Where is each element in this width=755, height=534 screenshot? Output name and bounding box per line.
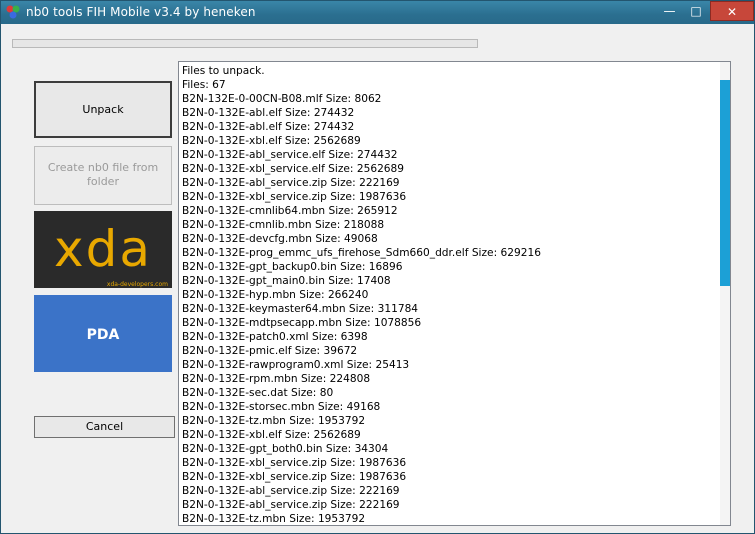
log-line: B2N-0-132E-tz.mbn Size: 1953792 [182, 513, 366, 525]
log-line: B2N-0-132E-xbl.elf Size: 2562689 [182, 135, 361, 147]
close-button[interactable]: ✕ [710, 1, 754, 21]
log-line: B2N-0-132E-gpt_backup0.bin Size: 16896 [182, 261, 403, 273]
log-line: B2N-0-132E-mdtpsecapp.mbn Size: 1078856 [182, 317, 422, 329]
xda-logo-url: xda-developers.com [107, 281, 168, 288]
create-nb0-label-line1: Create nb0 file from [47, 161, 159, 174]
log-line: B2N-0-132E-abl_service.elf Size: 274432 [182, 149, 398, 161]
log-line: B2N-0-132E-xbl.elf Size: 2562689 [182, 429, 361, 441]
log-scrollbar[interactable] [720, 62, 730, 525]
app-icon [5, 4, 21, 20]
log-line: B2N-0-132E-tz.mbn Size: 1953792 [182, 415, 366, 427]
log-line: B2N-0-132E-cmnlib.mbn Size: 218088 [182, 219, 385, 231]
log-line: B2N-0-132E-keymaster64.mbn Size: 311784 [182, 303, 419, 315]
log-line: B2N-0-132E-gpt_main0.bin Size: 17408 [182, 275, 391, 287]
pda-logo[interactable]: PDA [34, 295, 172, 372]
log-line: B2N-0-132E-xbl_service.zip Size: 1987636 [182, 457, 407, 469]
log-line: B2N-0-132E-hyp.mbn Size: 266240 [182, 289, 369, 301]
pda-logo-text: PDA [87, 327, 120, 343]
window-title: nb0 tools FIH Mobile v3.4 by heneken [26, 5, 256, 19]
log-line: B2N-0-132E-gpt_both0.bin Size: 34304 [182, 443, 389, 455]
create-nb0-button[interactable]: Create nb0 file from folder [34, 146, 172, 205]
log-line: B2N-0-132E-sec.dat Size: 80 [182, 387, 334, 399]
xda-logo[interactable]: xda xda-developers.com [34, 211, 172, 288]
cancel-button[interactable]: Cancel [34, 416, 175, 438]
xda-logo-text: xda [54, 220, 152, 278]
log-listbox[interactable]: Files to unpack. Files: 67 B2N-132E-0-00CN… [178, 61, 731, 526]
log-line: B2N-0-132E-abl.elf Size: 274432 [182, 121, 355, 133]
log-line: B2N-0-132E-pmic.elf Size: 39672 [182, 345, 358, 357]
log-line: B2N-0-132E-xbl_service.zip Size: 1987636 [182, 191, 407, 203]
log-line: B2N-0-132E-storsec.mbn Size: 49168 [182, 401, 381, 413]
log-line: B2N-0-132E-patch0.xml Size: 6398 [182, 331, 368, 343]
log-line: B2N-0-132E-abl_service.zip Size: 222169 [182, 177, 400, 189]
maximize-button[interactable]: □ [683, 1, 709, 21]
log-line: B2N-0-132E-xbl_service.zip Size: 1987636 [182, 471, 407, 483]
log-line: B2N-0-132E-abl.elf Size: 274432 [182, 107, 355, 119]
log-line: B2N-0-132E-cmnlib64.mbn Size: 265912 [182, 205, 398, 217]
log-line: B2N-0-132E-abl_service.zip Size: 222169 [182, 499, 400, 511]
unpack-button[interactable]: Unpack [34, 81, 172, 138]
log-line: Files to unpack. [182, 65, 265, 77]
log-line: B2N-132E-0-00CN-B08.mlf Size: 8062 [182, 93, 382, 105]
app-window: nb0 tools FIH Mobile v3.4 by heneken — □… [0, 0, 755, 534]
log-lines: Files to unpack. Files: 67 B2N-132E-0-00CN… [182, 64, 717, 525]
log-line: B2N-0-132E-devcfg.mbn Size: 49068 [182, 233, 378, 245]
log-line: Files: 67 [182, 79, 226, 91]
log-line: B2N-0-132E-abl_service.zip Size: 222169 [182, 485, 400, 497]
progress-bar [12, 39, 478, 48]
minimize-button[interactable]: — [656, 1, 683, 21]
log-line: B2N-0-132E-rawprogram0.xml Size: 25413 [182, 359, 410, 371]
log-line: B2N-0-132E-xbl_service.elf Size: 2562689 [182, 163, 405, 175]
log-line: B2N-0-132E-prog_emmc_ufs_firehose_Sdm660… [182, 247, 541, 259]
log-scroll-thumb[interactable] [720, 80, 730, 286]
log-line: B2N-0-132E-rpm.mbn Size: 224808 [182, 373, 371, 385]
title-bar[interactable]: nb0 tools FIH Mobile v3.4 by heneken — □… [1, 1, 754, 24]
create-nb0-label-line2: folder [87, 175, 119, 188]
